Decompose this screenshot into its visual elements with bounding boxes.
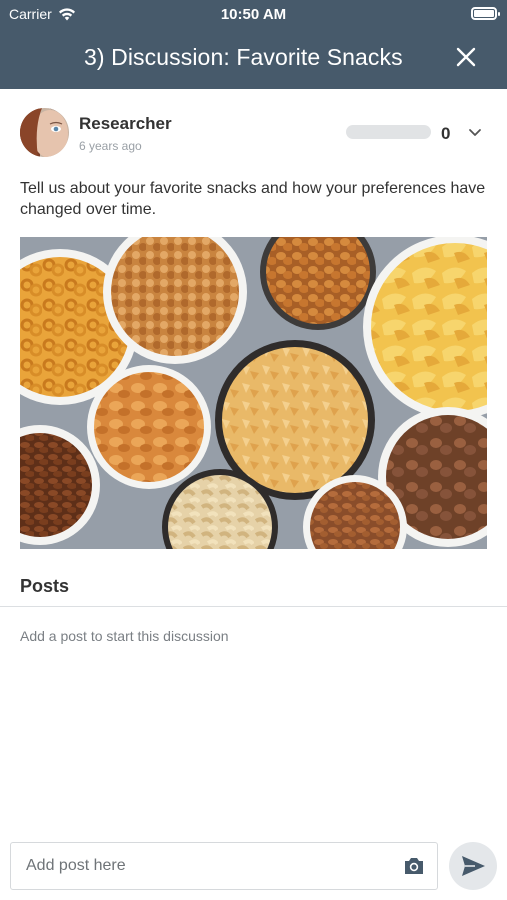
status-time: 10:50 AM [220,6,287,23]
avatar [20,108,69,157]
posts-heading: Posts [20,576,70,596]
camera-button[interactable] [403,856,425,876]
close-button[interactable] [451,42,481,72]
chevron-down-icon [469,129,481,136]
camera-icon [405,858,423,874]
snacks-photo[interactable] [20,237,487,549]
send-icon [462,856,485,876]
author-name: Researcher [79,114,172,133]
rating-bar [346,125,431,139]
send-button[interactable] [449,842,497,890]
divider [0,606,507,607]
post-composer [10,842,438,890]
post-input[interactable] [11,843,391,889]
close-icon [456,47,476,67]
empty-posts-message: Add a post to start this discussion [20,628,229,644]
discussion-prompt: Tell us about your favorite snacks and h… [20,180,486,218]
battery-icon [471,7,500,20]
post-author-row: Researcher 6 years ago 0 [20,108,487,158]
post-timestamp: 6 years ago [79,139,142,153]
reaction-count: 0 [441,124,451,143]
status-bar: Carrier 10:50 AM [0,0,507,28]
page-title: 3) Discussion: Favorite Snacks [84,44,403,70]
expand-button[interactable] [467,124,483,140]
app-header: Carrier 10:50 AM 3) Discussion: Favorite… [0,0,507,89]
